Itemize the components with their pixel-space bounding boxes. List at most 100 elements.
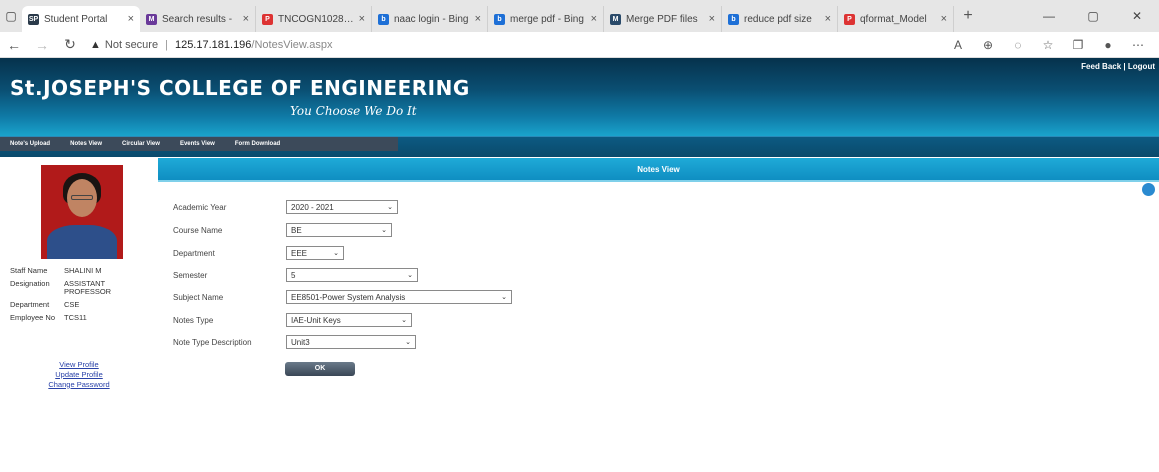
- nav-events-view[interactable]: Events View: [170, 141, 225, 147]
- restore-icon[interactable]: ▢: [1071, 0, 1115, 32]
- tab-close-icon[interactable]: ×: [825, 13, 831, 25]
- window-controls: — ▢ ✕: [1027, 0, 1159, 32]
- tab-favicon-icon: b: [494, 13, 505, 25]
- tab-label: TNCOGN102861: [278, 13, 355, 25]
- note-description-select[interactable]: Unit3 ⌄: [286, 335, 416, 349]
- photo-glasses: [71, 195, 93, 200]
- semester-value: 5: [291, 270, 296, 280]
- designation-label: Designation: [10, 278, 50, 288]
- refresh-icon[interactable]: ↻: [56, 36, 84, 53]
- back-icon[interactable]: ←: [0, 37, 28, 53]
- course-name-row: Course Name BE ⌄: [173, 223, 392, 237]
- tab-close-icon[interactable]: ×: [359, 13, 365, 25]
- profile-icon[interactable]: ●: [1093, 38, 1123, 52]
- subject-name-value: EE8501-Power System Analysis: [291, 292, 406, 302]
- read-aloud-icon[interactable]: A: [943, 38, 973, 52]
- nav-circular-view[interactable]: Circular View: [112, 141, 170, 147]
- feedback-link[interactable]: Feed Back: [1081, 62, 1121, 71]
- update-profile-link[interactable]: Update Profile: [0, 370, 158, 380]
- url-host: 125.17.181.196: [174, 38, 252, 51]
- department-label: Department: [10, 299, 50, 309]
- site-header: St.JOSEPH'S COLLEGE OF ENGINEERING You C…: [0, 58, 1159, 136]
- change-password-link[interactable]: Change Password: [0, 380, 158, 390]
- tab-close-icon[interactable]: ×: [941, 13, 947, 25]
- info-row: Department CSE: [10, 299, 144, 310]
- tab-favicon-icon: b: [728, 13, 739, 25]
- tab-label: qformat_Model: [860, 13, 927, 25]
- browser-toolbar: A ⊕ ◌ ☆ ❐ ● ⋯: [943, 32, 1153, 58]
- url-separator: |: [165, 38, 168, 51]
- tab-close-icon[interactable]: ×: [591, 13, 597, 25]
- notes-type-value: IAE-Unit Keys: [291, 315, 341, 325]
- url-field[interactable]: ▲ Not secure | 125.17.181.196 /NotesView…: [90, 39, 333, 51]
- profile-sidebar: Staff Name SHALINI M Designation ASSISTA…: [0, 157, 158, 472]
- logout-link[interactable]: Logout: [1128, 62, 1155, 71]
- chevron-down-icon: ⌄: [405, 339, 411, 346]
- info-row: Staff Name SHALINI M: [10, 266, 144, 276]
- notes-type-row: Notes Type IAE-Unit Keys ⌄: [173, 313, 412, 327]
- browser-tab[interactable]: b naac login - Bing ×: [372, 6, 488, 32]
- more-icon[interactable]: ⋯: [1123, 38, 1153, 52]
- browser-tab[interactable]: SP Student Portal ×: [22, 6, 140, 32]
- collections-icon[interactable]: ❐: [1063, 38, 1093, 52]
- tab-label: Search results -: [162, 13, 233, 25]
- tab-favicon-icon: SP: [28, 13, 39, 25]
- tab-label: reduce pdf size: [744, 13, 812, 25]
- subject-name-label: Subject Name: [173, 292, 224, 302]
- scroll-top-icon[interactable]: [1142, 183, 1155, 196]
- nav-notes-upload[interactable]: Note's Upload: [0, 141, 60, 147]
- minimize-icon[interactable]: —: [1027, 0, 1071, 32]
- tab-close-icon[interactable]: ×: [243, 13, 249, 25]
- academic-year-label: Academic Year: [173, 202, 227, 212]
- tab-label: merge pdf - Bing: [510, 13, 584, 25]
- tab-favicon-icon: b: [378, 13, 389, 25]
- browser-tab[interactable]: b reduce pdf size ×: [722, 6, 838, 32]
- employee-no-label: Employee No: [10, 312, 56, 322]
- note-description-label: Note Type Description: [173, 337, 252, 347]
- notes-type-select[interactable]: IAE-Unit Keys ⌄: [286, 313, 412, 327]
- forward-icon[interactable]: →: [28, 37, 56, 53]
- close-window-icon[interactable]: ✕: [1115, 0, 1159, 32]
- favorite-icon[interactable]: ☆: [1033, 38, 1063, 52]
- ok-button[interactable]: OK: [285, 362, 355, 376]
- browser-tab[interactable]: M Merge PDF files ×: [604, 6, 722, 32]
- tab-close-icon[interactable]: ×: [709, 13, 715, 25]
- url-path: /NotesView.aspx: [251, 38, 333, 51]
- tab-favicon-icon: M: [610, 13, 621, 25]
- browser-tab-bar: ▢ SP Student Portal × M Search results -…: [0, 0, 1159, 32]
- tab-close-icon[interactable]: ×: [475, 13, 481, 25]
- note-description-row: Note Type Description Unit3 ⌄: [173, 335, 416, 349]
- zoom-icon[interactable]: ⊕: [973, 38, 1003, 52]
- extension-icon[interactable]: ◌: [1003, 38, 1033, 52]
- staff-name-value: SHALINI M: [64, 266, 102, 275]
- staff-photo: [41, 165, 123, 259]
- department-value: CSE: [64, 299, 80, 309]
- browser-tab[interactable]: b merge pdf - Bing ×: [488, 6, 604, 32]
- security-label: Not secure: [104, 38, 159, 51]
- staff-name-label: Staff Name: [10, 266, 48, 275]
- nav-strip: Note's Upload Notes View Circular View E…: [0, 137, 398, 151]
- browser-tab[interactable]: P TNCOGN102861 ×: [256, 6, 372, 32]
- subject-name-row: Subject Name EE8501-Power System Analysi…: [173, 290, 512, 304]
- photo-body: [47, 225, 117, 259]
- semester-row: Semester 5 ⌄: [173, 268, 418, 282]
- academic-year-select[interactable]: 2020 - 2021 ⌄: [286, 200, 398, 214]
- browser-tab[interactable]: P qformat_Model ×: [838, 6, 954, 32]
- main-nav: Note's Upload Notes View Circular View E…: [0, 136, 1159, 157]
- tab-favicon-icon: M: [146, 13, 157, 25]
- course-name-value: BE: [291, 225, 302, 235]
- designation-value: ASSISTANT PROFESSOR: [64, 278, 112, 297]
- nav-form-download[interactable]: Form Download: [225, 141, 290, 147]
- subject-name-select[interactable]: EE8501-Power System Analysis ⌄: [286, 290, 512, 304]
- nav-notes-view[interactable]: Notes View: [60, 141, 112, 147]
- tab-close-icon[interactable]: ×: [128, 13, 134, 25]
- department-select[interactable]: EEE ⌄: [286, 246, 344, 260]
- address-bar: ← → ↻ ▲ Not secure | 125.17.181.196 /Not…: [0, 32, 1159, 58]
- course-name-select[interactable]: BE ⌄: [286, 223, 392, 237]
- profile-links: View Profile Update Profile Change Passw…: [0, 360, 158, 389]
- new-tab-icon[interactable]: +: [954, 7, 982, 25]
- tab-actions-icon[interactable]: ▢: [0, 0, 22, 32]
- view-profile-link[interactable]: View Profile: [0, 360, 158, 370]
- semester-select[interactable]: 5 ⌄: [286, 268, 418, 282]
- browser-tab[interactable]: M Search results - ×: [140, 6, 256, 32]
